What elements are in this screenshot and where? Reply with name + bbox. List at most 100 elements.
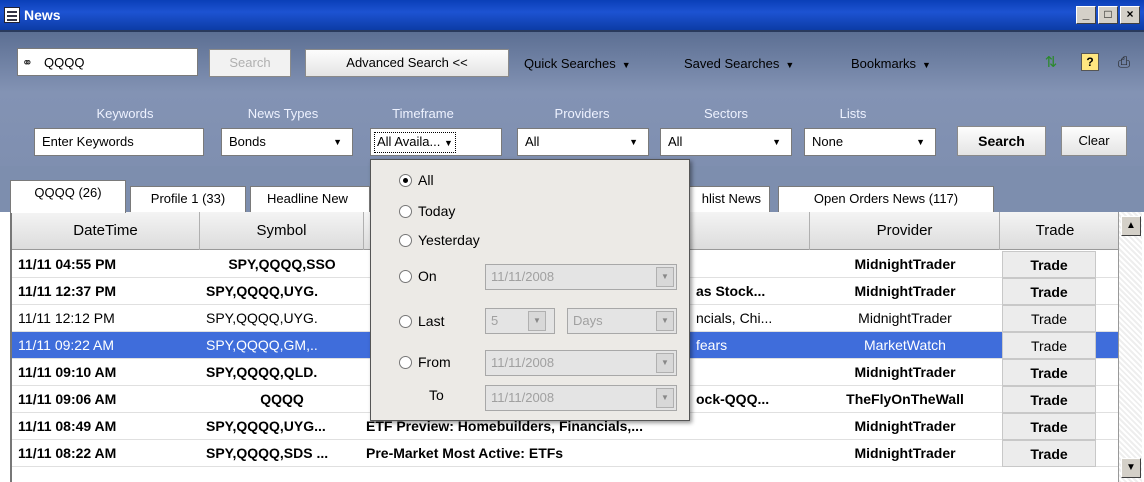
radio-today-label: Today bbox=[418, 203, 456, 219]
last-unit-select[interactable]: Days ▼ bbox=[567, 308, 677, 334]
trade-button[interactable]: Trade bbox=[1002, 332, 1096, 359]
radio-dot-icon bbox=[399, 205, 412, 218]
providers-value: All bbox=[525, 134, 540, 149]
keywords-field[interactable]: Enter Keywords bbox=[34, 128, 204, 156]
radio-from-label: From bbox=[418, 354, 451, 370]
row-datetime: 11/11 09:10 AM bbox=[18, 364, 117, 380]
row-datetime: 11/11 12:37 PM bbox=[18, 283, 117, 299]
minimize-button[interactable]: _ bbox=[1076, 6, 1096, 24]
trade-button[interactable]: Trade bbox=[1002, 386, 1096, 413]
row-headline: fears bbox=[696, 337, 728, 353]
tab-profile-1[interactable]: Profile 1 (33) bbox=[130, 186, 246, 212]
lists-value: None bbox=[812, 134, 844, 149]
chevron-down-icon: ▼ bbox=[333, 137, 342, 147]
radio-last-label: Last bbox=[418, 313, 445, 329]
vertical-scrollbar[interactable]: ▲ ▼ bbox=[1118, 212, 1142, 482]
trade-button[interactable]: Trade bbox=[1002, 251, 1096, 278]
tab-open-orders-news[interactable]: Open Orders News (117) bbox=[778, 186, 994, 212]
radio-dot-icon bbox=[399, 315, 412, 328]
row-symbol: SPY,QQQQ,GM,.. bbox=[206, 337, 318, 353]
symbol-search-input[interactable] bbox=[44, 52, 194, 72]
radio-all-label: All bbox=[418, 172, 434, 188]
quick-searches-menu[interactable]: Quick Searches ▼ bbox=[524, 56, 631, 71]
scroll-down-arrow-icon[interactable]: ▼ bbox=[1121, 458, 1141, 478]
scroll-up-arrow-icon[interactable]: ▲ bbox=[1121, 216, 1141, 236]
trade-button[interactable]: Trade bbox=[1002, 413, 1096, 440]
row-datetime: 11/11 08:49 AM bbox=[18, 418, 117, 434]
radio-today[interactable]: Today bbox=[399, 203, 455, 219]
row-provider: MidnightTrader bbox=[854, 418, 956, 434]
column-provider[interactable]: Provider bbox=[810, 212, 1000, 250]
radio-all[interactable]: All bbox=[399, 172, 434, 188]
news-types-value: Bonds bbox=[229, 134, 266, 149]
row-headline: Pre-Market Most Active: ETFs bbox=[366, 445, 564, 461]
tab-qqqq[interactable]: QQQQ (26) bbox=[10, 180, 126, 213]
sectors-select[interactable]: All ▼ bbox=[660, 128, 792, 156]
to-label: To bbox=[429, 387, 444, 403]
row-provider: TheFlyOnTheWall bbox=[846, 391, 964, 407]
link-icon[interactable]: ⚭ bbox=[22, 55, 38, 71]
clear-button[interactable]: Clear bbox=[1061, 126, 1127, 156]
radio-dot-icon bbox=[399, 234, 412, 247]
row-provider: MidnightTrader bbox=[854, 364, 956, 380]
maximize-button[interactable]: □ bbox=[1098, 6, 1118, 24]
tab-headline-news[interactable]: Headline New bbox=[250, 186, 370, 212]
chevron-down-icon: ▼ bbox=[916, 137, 925, 147]
radio-on-label: On bbox=[418, 268, 437, 284]
trade-button[interactable]: Trade bbox=[1002, 359, 1096, 386]
last-count-select[interactable]: 5 ▼ bbox=[485, 308, 555, 334]
row-provider: MidnightTrader bbox=[854, 445, 956, 461]
chevron-down-icon: ▼ bbox=[528, 311, 546, 331]
radio-yesterday[interactable]: Yesterday bbox=[399, 232, 480, 248]
saved-searches-menu[interactable]: Saved Searches ▼ bbox=[684, 56, 794, 71]
chevron-down-icon: ▼ bbox=[656, 388, 674, 408]
row-headline: ncials, Chi... bbox=[696, 310, 773, 326]
window-title: News bbox=[24, 7, 61, 23]
row-provider: MidnightTrader bbox=[854, 256, 956, 272]
sectors-label: Sectors bbox=[703, 106, 749, 121]
column-symbol[interactable]: Symbol bbox=[200, 212, 364, 250]
chevron-down-icon: ▼ bbox=[772, 137, 781, 147]
table-row[interactable]: 11/11 08:22 AM SPY,QQQQ,SDS ... Pre-Mark… bbox=[12, 440, 1120, 467]
lists-label: Lists bbox=[839, 106, 867, 121]
help-icon[interactable]: ? bbox=[1081, 53, 1099, 71]
row-datetime: 11/11 12:12 PM bbox=[18, 310, 115, 326]
to-date-picker[interactable]: 11/11/2008 ▼ bbox=[485, 385, 677, 411]
radio-from[interactable]: From bbox=[399, 354, 451, 370]
chevron-down-icon: ▼ bbox=[621, 60, 631, 70]
from-date-picker[interactable]: 11/11/2008 ▼ bbox=[485, 350, 677, 376]
timeframe-label: Timeframe bbox=[392, 106, 454, 121]
close-button[interactable]: × bbox=[1120, 6, 1140, 24]
lists-select[interactable]: None ▼ bbox=[804, 128, 936, 156]
row-headline: as Stock... bbox=[696, 283, 766, 299]
row-symbol: QQQQ bbox=[260, 391, 304, 407]
row-symbol: SPY,QQQQ,SDS ... bbox=[206, 445, 329, 461]
timeframe-select[interactable]: All Availa... ▼ bbox=[370, 128, 502, 156]
trade-button[interactable]: Trade bbox=[1002, 440, 1096, 467]
on-date-picker[interactable]: 11/11/2008 ▼ bbox=[485, 264, 677, 290]
trade-button[interactable]: Trade bbox=[1002, 305, 1096, 332]
providers-select[interactable]: All ▼ bbox=[517, 128, 649, 156]
quick-search-button[interactable]: Search bbox=[209, 49, 291, 77]
printer-icon[interactable]: ⎙ bbox=[1114, 53, 1134, 73]
column-datetime[interactable]: DateTime bbox=[12, 212, 200, 250]
bookmarks-label: Bookmarks bbox=[851, 56, 917, 71]
quick-searches-label: Quick Searches bbox=[524, 56, 616, 71]
advanced-search-button[interactable]: Advanced Search << bbox=[305, 49, 509, 77]
refresh-icon[interactable]: ⇅ bbox=[1041, 53, 1061, 73]
chevron-down-icon: ▼ bbox=[443, 138, 453, 148]
filter-search-button[interactable]: Search bbox=[957, 126, 1046, 156]
radio-last[interactable]: Last bbox=[399, 313, 444, 329]
timeframe-value-text: All Availa... bbox=[377, 134, 441, 149]
row-headline: ock-QQQ... bbox=[696, 391, 770, 407]
row-datetime: 11/11 08:22 AM bbox=[18, 445, 117, 461]
news-app-icon bbox=[4, 7, 20, 23]
row-symbol: SPY,QQQQ,UYG. bbox=[206, 310, 318, 326]
sectors-value: All bbox=[668, 134, 683, 149]
bookmarks-menu[interactable]: Bookmarks ▼ bbox=[851, 56, 931, 71]
radio-on[interactable]: On bbox=[399, 268, 437, 284]
news-types-select[interactable]: Bonds ▼ bbox=[221, 128, 353, 156]
chevron-down-icon: ▼ bbox=[785, 60, 795, 70]
column-trade[interactable]: Trade bbox=[1000, 212, 1110, 250]
trade-button[interactable]: Trade bbox=[1002, 278, 1096, 305]
